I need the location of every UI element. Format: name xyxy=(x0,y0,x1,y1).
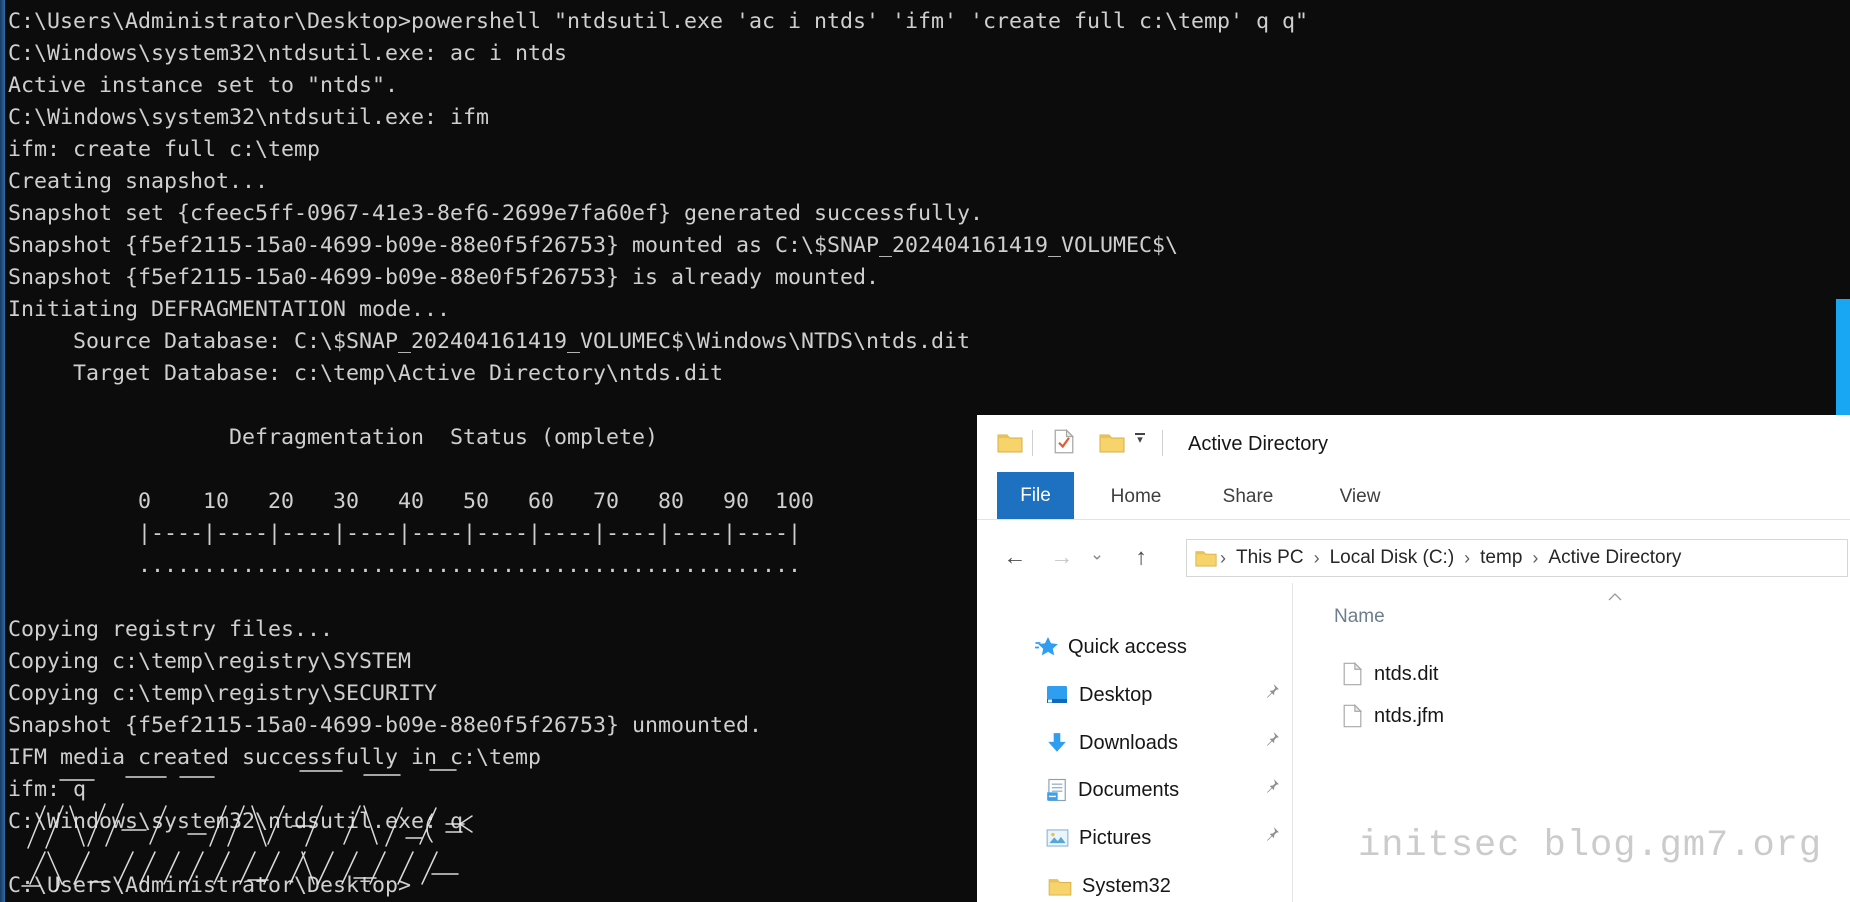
file-icon xyxy=(1343,662,1362,686)
file-row-ntds-jfm[interactable]: ntds.jfm xyxy=(1343,704,1444,728)
file-name: ntds.jfm xyxy=(1374,705,1444,728)
desktop-icon xyxy=(1046,684,1068,706)
file-name: ntds.dit xyxy=(1374,663,1438,686)
file-icon xyxy=(1343,704,1362,728)
explorer-app-icon xyxy=(997,432,1023,458)
pictures-icon xyxy=(1046,828,1069,848)
window-title: Active Directory xyxy=(1188,433,1328,456)
address-bar[interactable]: › This PC › Local Disk (C:) › temp › Act… xyxy=(1186,539,1848,577)
qat-separator xyxy=(1162,430,1163,456)
pane-divider xyxy=(1292,583,1293,902)
up-arrow-icon[interactable]: ↑ xyxy=(1135,546,1147,569)
chevron-down-icon: ▾ xyxy=(1137,436,1143,444)
quick-access-star-icon xyxy=(1034,636,1060,658)
downloads-icon xyxy=(1046,732,1068,754)
column-header-name[interactable]: Name xyxy=(1334,606,1385,628)
qat-new-folder-button[interactable] xyxy=(1099,432,1125,458)
folder-icon xyxy=(1048,877,1072,896)
qat-customize-button[interactable]: ▾ xyxy=(1135,433,1145,444)
sidebar-item-system32[interactable]: System32 xyxy=(1048,871,1171,901)
breadcrumb-temp[interactable]: temp xyxy=(1480,547,1522,569)
pin-icon xyxy=(1265,778,1280,798)
tab-home[interactable]: Home xyxy=(1111,486,1162,508)
sidebar-item-label: System32 xyxy=(1082,875,1171,898)
file-row-ntds-dit[interactable]: ntds.dit xyxy=(1343,662,1438,686)
background-window-edge xyxy=(1836,299,1850,415)
pin-icon xyxy=(1265,731,1280,751)
breadcrumb-this-pc[interactable]: This PC xyxy=(1236,547,1304,569)
breadcrumb-local-disk-c[interactable]: Local Disk (C:) xyxy=(1330,547,1455,569)
crumb-separator-icon: › xyxy=(1464,548,1470,569)
pin-icon xyxy=(1265,826,1280,846)
sidebar-item-label: Downloads xyxy=(1079,732,1178,755)
sidebar-item-downloads[interactable]: Downloads xyxy=(1046,728,1178,758)
pin-icon xyxy=(1265,683,1280,703)
watermark-text: initsec blog.gm7.org xyxy=(1358,825,1822,867)
sidebar-item-label: Desktop xyxy=(1079,684,1152,707)
sidebar-item-documents[interactable]: Documents xyxy=(1046,775,1179,805)
tab-file[interactable]: File xyxy=(997,472,1074,519)
back-arrow-icon[interactable]: ← xyxy=(1004,546,1027,569)
crumb-separator-icon: › xyxy=(1532,548,1538,569)
sidebar-item-label: Documents xyxy=(1078,779,1179,802)
ribbon-divider xyxy=(977,519,1850,520)
forward-arrow-icon[interactable]: → xyxy=(1051,546,1074,569)
crumb-separator-icon: › xyxy=(1220,548,1226,569)
file-explorer-window: ▾ Active Directory File Home Share View … xyxy=(977,415,1850,902)
tab-share[interactable]: Share xyxy=(1223,486,1274,508)
sidebar-item-label: Quick access xyxy=(1068,636,1187,659)
recent-locations-chevron-icon[interactable]: ⌄ xyxy=(1090,546,1104,563)
sidebar-item-pictures[interactable]: Pictures xyxy=(1046,823,1151,853)
documents-icon xyxy=(1046,778,1067,802)
qat-properties-button[interactable] xyxy=(1054,429,1074,459)
crumb-separator-icon: › xyxy=(1314,548,1320,569)
sort-ascending-icon xyxy=(1607,588,1623,606)
address-folder-icon xyxy=(1195,549,1217,567)
breadcrumb-active-directory[interactable]: Active Directory xyxy=(1548,547,1681,569)
qat-separator xyxy=(1032,430,1033,456)
console-left-border xyxy=(0,0,5,902)
sidebar-item-label: Pictures xyxy=(1079,827,1151,850)
tab-view[interactable]: View xyxy=(1340,486,1381,508)
sidebar-item-desktop[interactable]: Desktop xyxy=(1046,680,1152,710)
sidebar-item-quick-access[interactable]: Quick access xyxy=(1034,632,1187,662)
